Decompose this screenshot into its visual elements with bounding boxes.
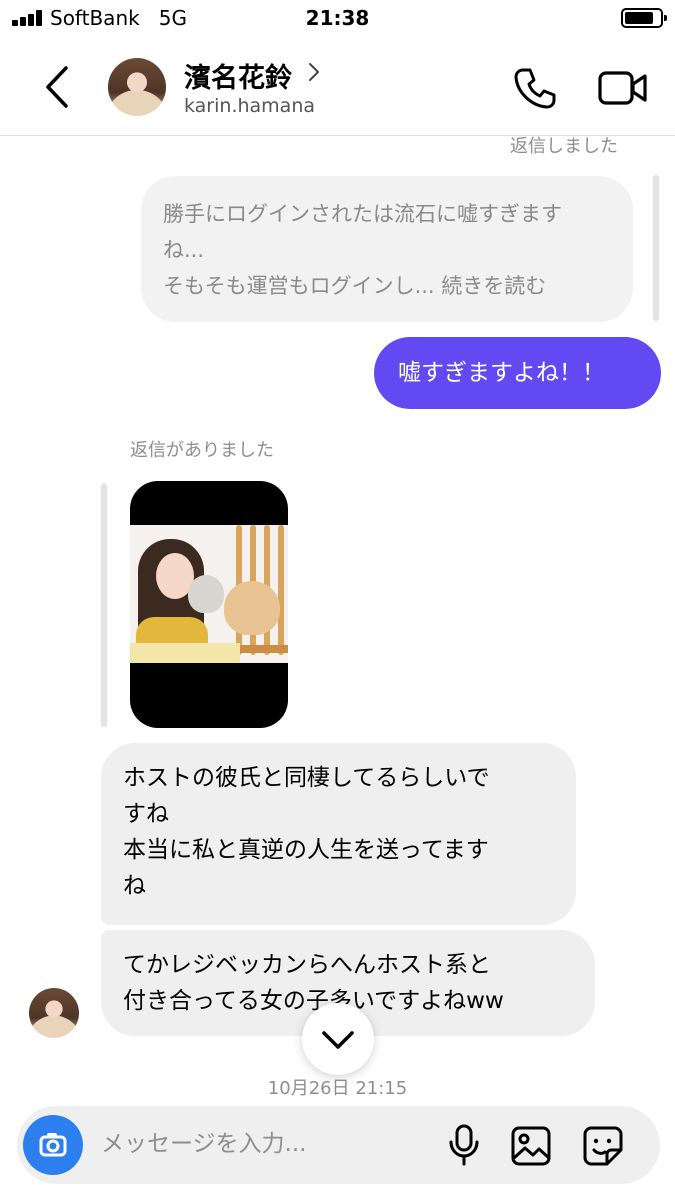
story-photo [130,525,288,663]
chat-header: 濱名花鈴 karin.hamana [0,38,675,136]
message-composer [17,1106,660,1184]
sender-avatar[interactable] [29,988,79,1038]
contact-name[interactable]: 濱名花鈴 [184,56,292,95]
video-call-button[interactable] [598,69,648,107]
message-line: ね [123,873,146,899]
scroll-to-bottom-button[interactable] [302,1003,374,1075]
back-button[interactable] [36,64,76,110]
reply-label: 返信がありました [130,440,274,461]
back-icon [46,66,68,108]
message-line: 本当に私と真逆の人生を送ってます [123,837,489,863]
quoted-line: 勝手にログインされたは流石に嘘すぎます [163,202,562,226]
clock: 21:38 [305,6,370,30]
sent-message[interactable]: 嘘すぎますよね！！ [374,337,661,409]
chevron-down-icon [322,1031,354,1049]
image-icon [511,1126,551,1166]
phone-icon [514,68,556,109]
quoted-line: ね... [163,238,205,262]
sticker-icon [583,1126,623,1166]
message-line: てかレジベッカンらへんホスト系と [123,952,491,978]
scrollbar[interactable] [653,175,659,321]
camera-icon [39,1133,67,1157]
battery-icon [621,8,667,28]
voice-message-button[interactable] [447,1124,481,1166]
quoted-line-read-more: そもそも運営もログインし... 続きを読む [163,274,547,298]
message-line: ホストの彼氏と同棲してるらしいで [123,765,490,791]
received-message[interactable]: ホストの彼氏と同棲してるらしいで すね 本当に私と真逆の人生を送ってます ね [101,743,576,925]
contact-avatar[interactable] [108,58,166,116]
quoted-message[interactable]: 勝手にログインされたは流石に嘘すぎます ね... そもそも運営もログインし...… [141,176,633,322]
message-timestamp: 10月26日 21:15 [267,1078,408,1099]
voice-call-button[interactable] [513,66,557,110]
story-thumbnail[interactable] [130,481,288,728]
video-camera-icon [598,71,647,105]
microphone-icon [449,1124,479,1166]
gallery-button[interactable] [511,1126,551,1166]
status-bar: SoftBank 5G 21:38 [0,0,675,38]
message-input[interactable] [101,1122,431,1166]
message-line: すね [123,801,169,827]
contact-handle[interactable]: karin.hamana [184,95,315,117]
replied-label: 返信しました [510,136,618,157]
camera-button[interactable] [23,1115,83,1175]
reply-indicator-bar [101,483,107,727]
sticker-button[interactable] [583,1126,623,1166]
chevron-right-icon[interactable] [306,62,322,82]
